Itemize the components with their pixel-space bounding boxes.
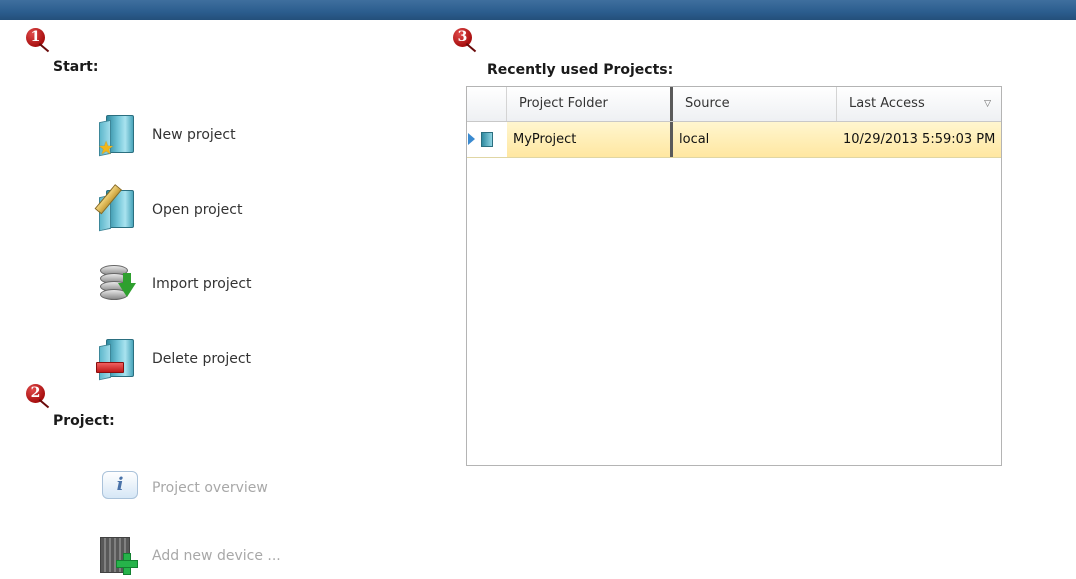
column-header-last-access[interactable]: Last Access ▽ [837, 87, 1001, 121]
add-new-device-button[interactable]: Add new device ... [96, 533, 281, 579]
new-project-label: New project [152, 127, 236, 143]
recent-projects-grid[interactable]: Project Folder Source Last Access ▽ MyPr… [466, 86, 1002, 466]
open-project-icon [94, 184, 142, 233]
callout-marker-1: 1 [26, 28, 50, 53]
open-project-label: Open project [152, 202, 243, 218]
table-row[interactable]: MyProject local 10/29/2013 5:59:03 PM [467, 122, 1001, 158]
delete-project-button[interactable]: Delete project [96, 336, 251, 382]
import-project-button[interactable]: Import project [96, 261, 252, 307]
header-indicator-cell [467, 87, 507, 121]
row-indicator [467, 122, 507, 157]
column-header-project-folder[interactable]: Project Folder [507, 87, 673, 121]
add-device-icon [96, 533, 142, 579]
grid-header: Project Folder Source Last Access ▽ [467, 87, 1001, 122]
new-project-icon: ★ [96, 112, 142, 159]
current-row-arrow-icon [468, 133, 475, 145]
cell-project-folder: MyProject [507, 122, 673, 157]
project-icon [481, 132, 493, 147]
cell-source: local [673, 122, 837, 157]
start-section-title: Start: [53, 59, 99, 75]
sort-descending-icon: ▽ [984, 99, 991, 109]
title-bar [0, 0, 1076, 20]
add-new-device-label: Add new device ... [152, 548, 281, 564]
import-project-label: Import project [152, 276, 252, 292]
callout-marker-3: 3 [453, 28, 477, 53]
info-icon: i [96, 465, 142, 511]
delete-project-label: Delete project [152, 351, 252, 367]
import-project-icon [96, 261, 142, 307]
column-header-source[interactable]: Source [673, 87, 837, 121]
new-project-button[interactable]: ★ New project [96, 112, 236, 159]
delete-project-icon [96, 336, 142, 382]
recent-projects-title: Recently used Projects: [487, 62, 674, 78]
project-overview-button[interactable]: i Project overview [96, 465, 268, 511]
open-project-button[interactable]: Open project [94, 184, 243, 233]
column-header-last-access-label: Last Access [849, 96, 925, 111]
project-section-title: Project: [53, 413, 115, 429]
cell-last-access: 10/29/2013 5:59:03 PM [837, 122, 1001, 157]
project-overview-label: Project overview [152, 480, 268, 496]
callout-marker-2: 2 [26, 384, 50, 409]
